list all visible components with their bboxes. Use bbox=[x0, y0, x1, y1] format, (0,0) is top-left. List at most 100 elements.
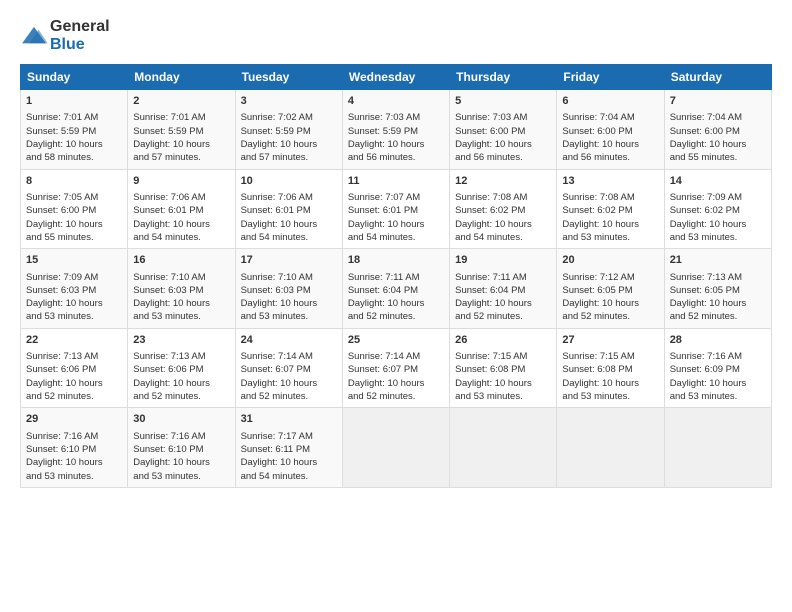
daylight-minutes: and 54 minutes. bbox=[241, 471, 309, 482]
day-cell: 30Sunrise: 7:16 AMSunset: 6:10 PMDayligh… bbox=[128, 408, 235, 488]
sunset-label: Sunset: 6:06 PM bbox=[133, 364, 203, 375]
daylight-minutes: and 53 minutes. bbox=[670, 232, 738, 243]
sunset-label: Sunset: 6:05 PM bbox=[562, 285, 632, 296]
day-cell: 7Sunrise: 7:04 AMSunset: 6:00 PMDaylight… bbox=[664, 90, 771, 170]
sunrise-label: Sunrise: 7:11 AM bbox=[455, 272, 527, 283]
daylight-label: Daylight: 10 hours bbox=[348, 378, 425, 389]
daylight-minutes: and 56 minutes. bbox=[348, 152, 416, 163]
sunset-label: Sunset: 6:00 PM bbox=[26, 205, 96, 216]
day-cell: 21Sunrise: 7:13 AMSunset: 6:05 PMDayligh… bbox=[664, 249, 771, 329]
day-cell bbox=[342, 408, 449, 488]
sunrise-label: Sunrise: 7:09 AM bbox=[670, 192, 742, 203]
day-number: 30 bbox=[133, 412, 229, 427]
daylight-label: Daylight: 10 hours bbox=[26, 219, 103, 230]
sunrise-label: Sunrise: 7:15 AM bbox=[455, 351, 527, 362]
day-number: 29 bbox=[26, 412, 122, 427]
sunset-label: Sunset: 6:09 PM bbox=[670, 364, 740, 375]
sunrise-label: Sunrise: 7:13 AM bbox=[670, 272, 742, 283]
col-header-saturday: Saturday bbox=[664, 65, 771, 90]
sunset-label: Sunset: 5:59 PM bbox=[133, 126, 203, 137]
day-number: 26 bbox=[455, 333, 551, 348]
daylight-label: Daylight: 10 hours bbox=[26, 139, 103, 150]
daylight-minutes: and 53 minutes. bbox=[26, 311, 94, 322]
calendar-table: SundayMondayTuesdayWednesdayThursdayFrid… bbox=[20, 64, 772, 488]
sunrise-label: Sunrise: 7:14 AM bbox=[348, 351, 420, 362]
day-cell: 12Sunrise: 7:08 AMSunset: 6:02 PMDayligh… bbox=[450, 169, 557, 249]
daylight-minutes: and 54 minutes. bbox=[133, 232, 201, 243]
sunset-label: Sunset: 6:05 PM bbox=[670, 285, 740, 296]
daylight-label: Daylight: 10 hours bbox=[26, 457, 103, 468]
sunrise-label: Sunrise: 7:16 AM bbox=[26, 431, 98, 442]
day-cell: 25Sunrise: 7:14 AMSunset: 6:07 PMDayligh… bbox=[342, 328, 449, 408]
col-header-sunday: Sunday bbox=[21, 65, 128, 90]
daylight-minutes: and 52 minutes. bbox=[241, 391, 309, 402]
daylight-label: Daylight: 10 hours bbox=[348, 298, 425, 309]
day-cell: 9 Sunrise: 7:06 AM Sunset: 6:01 PM Daylight… bbox=[128, 169, 235, 249]
sunset-label: Sunset: 6:04 PM bbox=[348, 285, 418, 296]
daylight-label: Daylight: 10 hours bbox=[26, 298, 103, 309]
daylight-minutes: and 52 minutes. bbox=[26, 391, 94, 402]
daylight-label: Daylight: 10 hours bbox=[241, 298, 318, 309]
sunset-label: Sunset: 6:03 PM bbox=[133, 285, 203, 296]
sunset-label: Sunset: 5:59 PM bbox=[26, 126, 96, 137]
sunrise-label: Sunrise: 7:10 AM bbox=[241, 272, 313, 283]
sunset-label: Sunset: 6:11 PM bbox=[241, 444, 311, 455]
sunset-label: Sunset: 6:03 PM bbox=[241, 285, 311, 296]
day-cell: 14Sunrise: 7:09 AMSunset: 6:02 PMDayligh… bbox=[664, 169, 771, 249]
daylight-minutes: and 54 minutes. bbox=[455, 232, 523, 243]
daylight-minutes: and 53 minutes. bbox=[133, 471, 201, 482]
daylight-minutes: and 54 minutes. bbox=[348, 232, 416, 243]
day-cell: 11Sunrise: 7:07 AMSunset: 6:01 PMDayligh… bbox=[342, 169, 449, 249]
page: General Blue SundayMondayTuesdayWednesda… bbox=[0, 0, 792, 498]
sunset-label: Sunset: 6:02 PM bbox=[562, 205, 632, 216]
sunrise-label: Sunrise: 7:11 AM bbox=[348, 272, 420, 283]
day-cell bbox=[557, 408, 664, 488]
daylight-label: Daylight: 10 hours bbox=[670, 378, 747, 389]
sunrise-label: Sunrise: 7:03 AM bbox=[348, 112, 420, 123]
day-number: 1 bbox=[26, 94, 122, 109]
daylight-minutes: and 57 minutes. bbox=[241, 152, 309, 163]
daylight-minutes: and 53 minutes. bbox=[562, 232, 630, 243]
day-cell bbox=[450, 408, 557, 488]
daylight-minutes: and 53 minutes. bbox=[133, 311, 201, 322]
daylight-minutes: and 52 minutes. bbox=[348, 311, 416, 322]
day-cell: 1 Sunrise: 7:01 AM Sunset: 5:59 PM Daylight… bbox=[21, 90, 128, 170]
sunrise-label: Sunrise: 7:12 AM bbox=[562, 272, 634, 283]
col-header-thursday: Thursday bbox=[450, 65, 557, 90]
daylight-label: Daylight: 10 hours bbox=[26, 378, 103, 389]
sunset-label: Sunset: 6:07 PM bbox=[241, 364, 311, 375]
sunrise-label: Sunrise: 7:01 AM bbox=[26, 112, 98, 123]
day-cell: 28Sunrise: 7:16 AMSunset: 6:09 PMDayligh… bbox=[664, 328, 771, 408]
sunset-label: Sunset: 6:01 PM bbox=[133, 205, 203, 216]
week-row-4: 22Sunrise: 7:13 AMSunset: 6:06 PMDayligh… bbox=[21, 328, 772, 408]
daylight-label: Daylight: 10 hours bbox=[241, 457, 318, 468]
day-number: 17 bbox=[241, 253, 337, 268]
daylight-label: Daylight: 10 hours bbox=[133, 219, 210, 230]
sunset-label: Sunset: 6:10 PM bbox=[26, 444, 96, 455]
day-number: 11 bbox=[348, 174, 444, 189]
day-number: 16 bbox=[133, 253, 229, 268]
daylight-label: Daylight: 10 hours bbox=[241, 139, 318, 150]
day-cell: 5Sunrise: 7:03 AMSunset: 6:00 PMDaylight… bbox=[450, 90, 557, 170]
sunrise-label: Sunrise: 7:13 AM bbox=[26, 351, 98, 362]
col-header-friday: Friday bbox=[557, 65, 664, 90]
daylight-label: Daylight: 10 hours bbox=[562, 139, 639, 150]
sunset-label: Sunset: 6:00 PM bbox=[455, 126, 525, 137]
sunrise-label: Sunrise: 7:08 AM bbox=[562, 192, 634, 203]
daylight-minutes: and 53 minutes. bbox=[670, 391, 738, 402]
daylight-label: Daylight: 10 hours bbox=[133, 378, 210, 389]
day-number: 15 bbox=[26, 253, 122, 268]
day-number: 20 bbox=[562, 253, 658, 268]
sunrise-label: Sunrise: 7:13 AM bbox=[133, 351, 205, 362]
sunrise-label: Sunrise: 7:04 AM bbox=[670, 112, 742, 123]
logo-text: General Blue bbox=[50, 18, 110, 54]
day-cell: 6Sunrise: 7:04 AMSunset: 6:00 PMDaylight… bbox=[557, 90, 664, 170]
sunrise-label: Sunrise: 7:06 AM bbox=[133, 192, 205, 203]
day-cell: 22Sunrise: 7:13 AMSunset: 6:06 PMDayligh… bbox=[21, 328, 128, 408]
day-cell: 10Sunrise: 7:06 AMSunset: 6:01 PMDayligh… bbox=[235, 169, 342, 249]
logo-icon bbox=[20, 25, 48, 47]
daylight-minutes: and 53 minutes. bbox=[241, 311, 309, 322]
sunset-label: Sunset: 5:59 PM bbox=[348, 126, 418, 137]
daylight-minutes: and 53 minutes. bbox=[455, 391, 523, 402]
day-number: 9 bbox=[133, 174, 229, 189]
